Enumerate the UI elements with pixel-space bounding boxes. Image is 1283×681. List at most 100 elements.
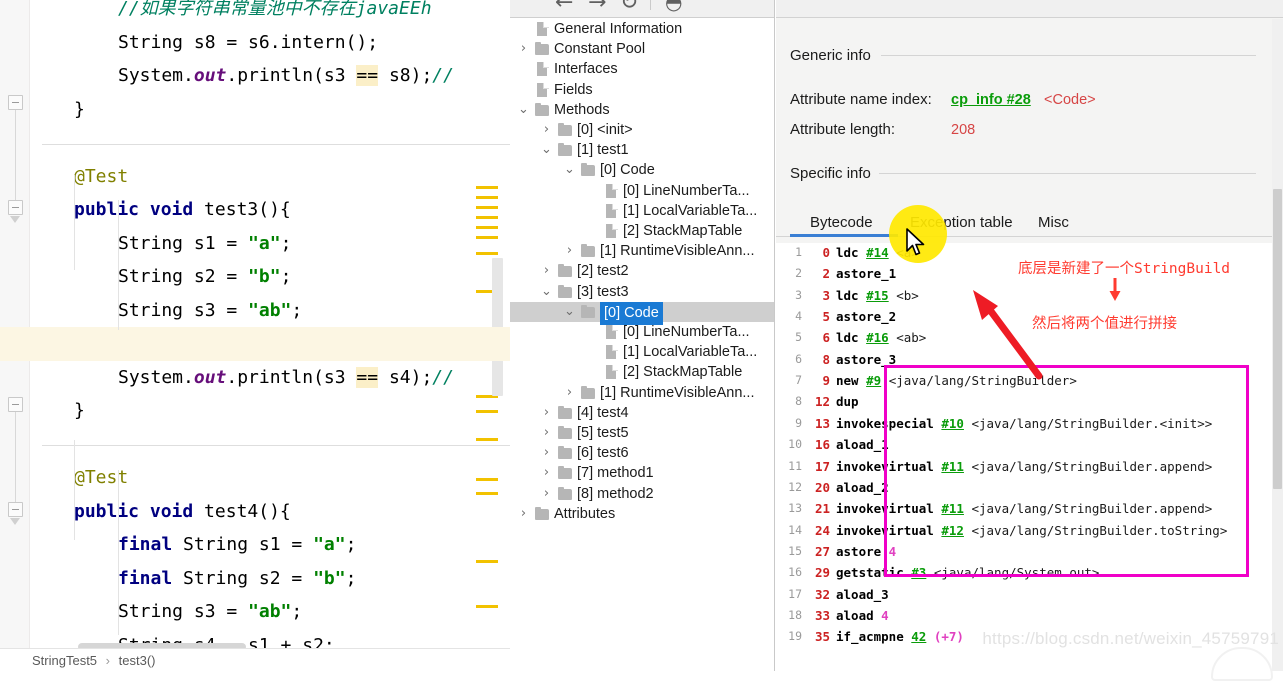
code-line[interactable]: System.out.println(s3 == s8);// — [30, 59, 510, 93]
editor-gutter[interactable] — [0, 0, 30, 648]
bytecode-row[interactable]: 1732aload_3 — [776, 587, 1272, 608]
help-icon[interactable]: ◓ — [665, 0, 682, 14]
tree-node[interactable]: [2] StackMapTable — [510, 221, 775, 241]
constant-pool-ref-link[interactable]: #12 — [941, 523, 964, 538]
detail-tab-bar[interactable]: Bytecode Exception table Misc — [776, 209, 1272, 240]
code-line[interactable]: } — [30, 93, 510, 127]
bytecode-row[interactable]: 1321invokevirtual #11 <java/lang/StringB… — [776, 501, 1272, 522]
warning-marker[interactable] — [476, 252, 498, 255]
tree-node[interactable]: ›[0] <init> — [510, 120, 775, 140]
warning-marker[interactable] — [476, 560, 498, 563]
chevron-right-icon[interactable]: › — [541, 484, 552, 504]
bytecode-row[interactable]: 1016aload_1 — [776, 437, 1272, 458]
tree-node[interactable]: [1] LocalVariableTa... — [510, 201, 775, 221]
bytecode-row[interactable]: 1629getstatic #3 <java/lang/System.out> — [776, 565, 1272, 586]
classfile-tree-pane[interactable]: ⌃ ← → ↻ ◓ General Information›Constant P… — [510, 0, 775, 671]
chevron-down-icon[interactable]: ⌄ — [541, 140, 552, 160]
tree-toolbar[interactable]: ⌃ ← → ↻ ◓ — [510, 0, 775, 18]
warning-marker[interactable] — [476, 438, 498, 441]
chevron-right-icon[interactable]: › — [541, 423, 552, 443]
code-line[interactable]: System.out.println(s3 == s4);// — [30, 361, 510, 395]
bytecode-row[interactable]: 1220aload_2 — [776, 480, 1272, 501]
bytecode-row[interactable]: 1527astore 4 — [776, 544, 1272, 565]
chevron-right-icon[interactable]: › — [541, 443, 552, 463]
code-line[interactable]: public void test3(){ — [30, 193, 510, 227]
code-line[interactable]: @Test — [30, 461, 510, 495]
warning-marker[interactable] — [476, 196, 498, 199]
warning-marker[interactable] — [476, 478, 498, 481]
chevron-down-icon[interactable]: ⌄ — [564, 302, 575, 322]
code-editor-pane[interactable]: //如果字符串常量池中不存在javaEEhString s8 = s6.inte… — [0, 0, 510, 671]
tree-node[interactable]: ›Constant Pool — [510, 39, 775, 59]
tree-node[interactable]: ›[7] method1 — [510, 463, 775, 483]
tree-node[interactable]: ›Attributes — [510, 504, 775, 524]
chevron-down-icon[interactable]: ⌄ — [541, 282, 552, 302]
tree-node[interactable]: ⌄[0] Code — [510, 160, 775, 180]
warning-marker[interactable] — [476, 605, 498, 608]
code-line[interactable]: String s3 = "ab"; — [30, 595, 510, 629]
warning-marker[interactable] — [476, 410, 498, 413]
code-line[interactable]: @Test — [30, 160, 510, 194]
code-line[interactable]: //如果字符串常量池中不存在javaEEh — [30, 0, 510, 26]
code-line[interactable]: String s3 = "ab"; — [30, 294, 510, 328]
fold-marker-collapse[interactable] — [8, 200, 23, 215]
warning-marker[interactable] — [476, 236, 498, 239]
constant-pool-ref-link[interactable]: #16 — [866, 330, 889, 345]
tree-node[interactable]: ›[5] test5 — [510, 423, 775, 443]
back-icon[interactable]: ← — [555, 0, 573, 15]
code-text-area[interactable]: //如果字符串常量池中不存在javaEEhString s8 = s6.inte… — [30, 0, 510, 648]
tree-node[interactable]: [0] LineNumberTa... — [510, 181, 775, 201]
bytecode-row[interactable]: 1935if_acmpne 42 (+7) — [776, 629, 1272, 650]
tab-bytecode[interactable]: Bytecode — [810, 209, 873, 236]
chevron-right-icon[interactable]: › — [541, 261, 552, 281]
tree-node[interactable]: ›[1] RuntimeVisibleAnn... — [510, 383, 775, 403]
breadcrumb-class[interactable]: StringTest5 — [32, 653, 97, 668]
cp-info-link[interactable]: cp_info #28 — [951, 92, 1031, 108]
tree-node[interactable]: ›[6] test6 — [510, 443, 775, 463]
breadcrumb-method[interactable]: test3() — [119, 653, 156, 668]
chevron-right-icon[interactable]: › — [518, 39, 529, 59]
chevron-right-icon[interactable]: › — [541, 120, 552, 140]
tree-node[interactable]: ›[2] test2 — [510, 261, 775, 281]
tree-node-list[interactable]: General Information›Constant PoolInterfa… — [510, 19, 775, 671]
warning-marker[interactable] — [476, 226, 498, 229]
tree-node[interactable]: Interfaces — [510, 59, 775, 79]
bytecode-row[interactable]: 1424invokevirtual #12 <java/lang/StringB… — [776, 523, 1272, 544]
chevron-right-icon[interactable]: › — [564, 383, 575, 403]
fold-marker-collapse[interactable] — [8, 397, 23, 412]
tab-misc[interactable]: Misc — [1038, 209, 1069, 236]
reload-icon[interactable]: ↻ — [620, 0, 638, 15]
chevron-right-icon[interactable]: › — [518, 504, 529, 524]
tree-node[interactable]: [0] LineNumberTa... — [510, 322, 775, 342]
warning-marker[interactable] — [476, 206, 498, 209]
up-icon[interactable]: ⌃ — [522, 0, 540, 15]
bytecode-row[interactable]: 1833aload 4 — [776, 608, 1272, 629]
chevron-down-icon[interactable]: ⌄ — [518, 100, 529, 120]
tree-node[interactable]: ⌄[0] Code — [510, 302, 775, 322]
constant-pool-ref-link[interactable]: #11 — [941, 501, 964, 516]
tree-node[interactable]: [1] LocalVariableTa... — [510, 342, 775, 362]
detail-vertical-scrollbar[interactable] — [1272, 19, 1283, 671]
fold-marker-collapse[interactable] — [8, 502, 23, 517]
code-line[interactable]: String s1 = "a"; — [30, 227, 510, 261]
bytecode-row[interactable]: 913invokespecial #10 <java/lang/StringBu… — [776, 416, 1272, 437]
code-line[interactable]: final String s1 = "a"; — [30, 528, 510, 562]
tree-node[interactable]: ›[4] test4 — [510, 403, 775, 423]
fold-marker-collapse[interactable] — [8, 95, 23, 110]
tree-node[interactable]: Fields — [510, 80, 775, 100]
detail-scroll-thumb[interactable] — [1273, 189, 1282, 489]
tree-node[interactable]: ›[8] method2 — [510, 484, 775, 504]
code-line[interactable]: } — [30, 394, 510, 428]
tree-node[interactable]: ⌄[3] test3 — [510, 282, 775, 302]
tree-node[interactable]: ⌄Methods — [510, 100, 775, 120]
constant-pool-ref-link[interactable]: #14 — [866, 245, 889, 260]
chevron-down-icon[interactable]: ⌄ — [564, 160, 575, 180]
warning-marker[interactable] — [476, 186, 498, 189]
bytecode-row[interactable]: 812dup — [776, 394, 1272, 415]
warning-marker[interactable] — [476, 216, 498, 219]
breadcrumb[interactable]: StringTest5 › test3() — [0, 648, 510, 671]
warning-marker[interactable] — [476, 492, 498, 495]
constant-pool-ref-link[interactable]: #10 — [941, 416, 964, 431]
code-line[interactable]: String s8 = s6.intern(); — [30, 26, 510, 60]
tree-node[interactable]: General Information — [510, 19, 775, 39]
